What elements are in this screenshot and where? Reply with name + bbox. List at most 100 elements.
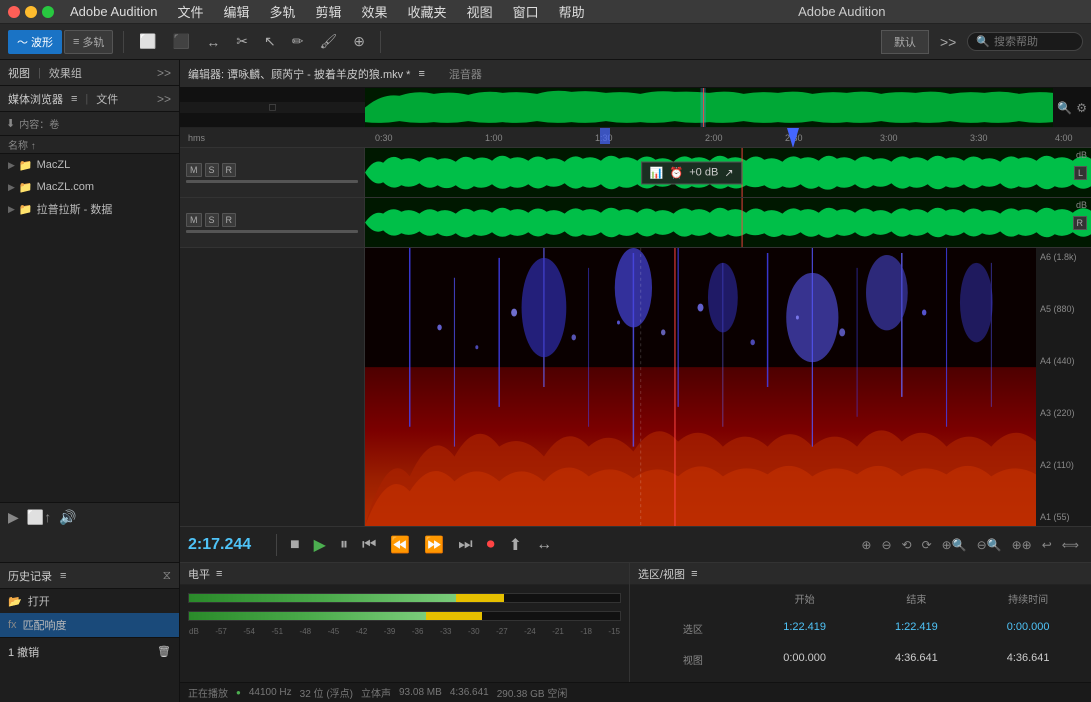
track-mute-2[interactable]: M: [186, 213, 202, 227]
stop-button[interactable]: ■: [285, 533, 305, 557]
maximize-button[interactable]: [42, 6, 54, 18]
menu-bar: Adobe Audition 文件 编辑 多轨 剪辑 效果 收藏夹 视图 窗口 …: [0, 0, 1091, 24]
toolbar-icon-zoom[interactable]: ⊕: [348, 30, 370, 53]
zoom-extra-btn[interactable]: ⟺: [1058, 536, 1083, 554]
menu-help[interactable]: 帮助: [555, 2, 589, 21]
track-1-db-label: dB: [1076, 150, 1087, 160]
play-button[interactable]: ▶: [309, 532, 331, 558]
track-row-2[interactable]: dB R: [365, 198, 1091, 248]
sel-end-value[interactable]: 1:22.419: [862, 619, 972, 647]
overview-zoom-in[interactable]: 🔍: [1057, 101, 1072, 115]
track-solo-1[interactable]: S: [205, 163, 219, 177]
history-item-open[interactable]: 📂 打开: [0, 589, 179, 613]
minimize-button[interactable]: [25, 6, 37, 18]
record-button[interactable]: ⏺: [482, 533, 500, 557]
zoom-in-btn[interactable]: ⊕: [857, 536, 875, 554]
menu-window[interactable]: 窗口: [509, 2, 543, 21]
list-item[interactable]: ▶ 📁 拉普拉斯 - 数据: [0, 198, 179, 220]
zoom-sel-btn[interactable]: ⊖🔍: [973, 536, 1006, 554]
multitrack-mode-button[interactable]: ≡ 多轨: [64, 30, 113, 54]
toolbar-expand[interactable]: >>: [935, 31, 961, 53]
track-fader-1[interactable]: [186, 180, 358, 183]
delete-icon[interactable]: 🗑: [157, 645, 171, 658]
track-record-1[interactable]: R: [222, 163, 237, 177]
prev-button[interactable]: ⏮: [357, 533, 381, 557]
forward-button[interactable]: ⏩: [419, 532, 449, 558]
toolbar-icon-2[interactable]: ⬛: [168, 30, 195, 53]
mixer-tab[interactable]: 混音器: [449, 66, 482, 82]
editor-menu-icon[interactable]: ≡: [418, 68, 424, 80]
zoom-reset-btn[interactable]: ↩: [1038, 536, 1056, 554]
default-button[interactable]: 默认: [881, 30, 929, 54]
menu-effects[interactable]: 效果: [358, 2, 392, 21]
sel-start-value[interactable]: 1:22.419: [750, 619, 860, 647]
waveform-mode-button[interactable]: 〜 波形: [8, 30, 62, 54]
menu-multitrack[interactable]: 多轨: [266, 2, 300, 21]
level-panel: 电平 ≡: [180, 563, 630, 682]
meter-yellow-L: [456, 594, 503, 602]
download-icon[interactable]: ⬇: [6, 117, 15, 130]
track-mute-1[interactable]: M: [186, 163, 202, 177]
panel-bottom-actions: ▶ ⬜↑ 🔊: [0, 503, 179, 532]
skip-icon-btn[interactable]: ↔: [531, 533, 557, 557]
overview-settings[interactable]: ⚙: [1076, 101, 1087, 115]
history-menu-icon[interactable]: ≡: [60, 570, 66, 582]
zoom-out-btn[interactable]: ⊖: [877, 536, 895, 554]
search-input[interactable]: [994, 36, 1074, 48]
toolbar-icon-pen[interactable]: ✏: [287, 30, 309, 53]
zoom-back-btn[interactable]: ⟲: [898, 536, 916, 554]
panel-expand-button[interactable]: >>: [157, 66, 171, 80]
track-solo-2[interactable]: S: [205, 213, 219, 227]
view-end-value[interactable]: 4:36.641: [862, 650, 972, 678]
sel-row-view: 视图: [638, 650, 748, 678]
zoom-fwd-btn[interactable]: ⟳: [918, 536, 936, 554]
history-bottom-bar: 1 撤销 🗑: [0, 637, 179, 665]
view-duration-value[interactable]: 4:36.641: [973, 650, 1083, 678]
ruler-hms: hms: [188, 133, 205, 143]
export-button[interactable]: ⬆: [504, 532, 527, 558]
menu-clip[interactable]: 剪辑: [312, 2, 346, 21]
toolbar-icon-move[interactable]: ↔: [201, 31, 225, 53]
sel-duration-value[interactable]: 0:00.000: [973, 619, 1083, 647]
rewind-button[interactable]: ⏪: [385, 532, 415, 558]
volume-action-button[interactable]: 🔊: [59, 509, 76, 526]
level-menu-icon[interactable]: ≡: [216, 568, 222, 580]
toolbar-icon-razor[interactable]: ✂: [231, 30, 253, 53]
track-record-2[interactable]: R: [222, 213, 237, 227]
track-row-1[interactable]: dB L 📊 ⏰ +0 dB ↗: [365, 148, 1091, 198]
column-header-name[interactable]: 名称 ↑: [0, 136, 179, 154]
zoom-fit-btn[interactable]: ⊕🔍: [938, 536, 971, 554]
play-action-button[interactable]: ▶: [8, 509, 19, 526]
menu-view[interactable]: 视图: [463, 2, 497, 21]
list-item[interactable]: ▶ 📁 MacZL: [0, 154, 179, 176]
export-action-button[interactable]: ⬜↑: [27, 509, 51, 526]
view-start-value[interactable]: 0:00.000: [750, 650, 860, 678]
panel-menu-icon[interactable]: ≡: [71, 93, 77, 105]
window-controls: [8, 6, 54, 18]
pause-button[interactable]: ⏸: [335, 533, 353, 557]
menu-file[interactable]: 文件: [173, 2, 207, 21]
track-fader-2[interactable]: [186, 230, 358, 233]
spectral-display[interactable]: A6 (1.8k) A5 (880) A4 (440) A3 (220) A2 …: [365, 248, 1091, 526]
next-button[interactable]: ⏭: [453, 533, 477, 557]
menu-app[interactable]: Adobe Audition: [66, 4, 161, 19]
history-item-match[interactable]: fx 匹配响度: [0, 613, 179, 637]
toolbar: 〜 波形 ≡ 多轨 ⬜ ⬛ ↔ ✂ ↖ ✏ 🖌 ⊕ 默认 >> 🔍: [0, 24, 1091, 60]
menu-favorites[interactable]: 收藏夹: [404, 2, 451, 21]
overview-waveform[interactable]: [365, 88, 1053, 127]
selection-menu-icon[interactable]: ≡: [691, 568, 697, 580]
history-panel: 历史记录 ≡ ⧖ 📂 打开 fx 匹配响度 1 撤销 🗑: [0, 562, 179, 702]
list-item[interactable]: ▶ 📁 MacZL.com: [0, 176, 179, 198]
media-expand-button[interactable]: >>: [157, 92, 171, 106]
level-meter-area: dB -57 -54 -51 -48 -45 -42 -39 -36 -33 -…: [180, 585, 629, 682]
menu-edit[interactable]: 编辑: [219, 2, 253, 21]
zoom-all-btn[interactable]: ⊕⊕: [1008, 536, 1036, 554]
main-layout: 视图 | 效果组 >> 媒体浏览器 ≡ | 文件 >> ⬇ 内容：卷 名称 ↑ …: [0, 60, 1091, 702]
toolbar-icon-1[interactable]: ⬜: [134, 30, 161, 53]
close-button[interactable]: [8, 6, 20, 18]
toolbar-icon-select[interactable]: ↖: [259, 30, 281, 53]
transport-bar: 2:17.244 ■ ▶ ⏸ ⏮ ⏪ ⏩ ⏭ ⏺ ⬆ ↔ ⊕ ⊖ ⟲ ⟳ ⊕🔍 …: [180, 526, 1091, 562]
right-content: 编辑器: 谭咏麟、顾芮宁 - 披着羊皮的狼.mkv * ≡ 混音器 ◻ �: [180, 60, 1091, 702]
file-list: ▶ 📁 MacZL ▶ 📁 MacZL.com ▶ 📁 拉普拉斯 - 数据: [0, 154, 179, 502]
toolbar-icon-brush[interactable]: 🖌: [315, 30, 343, 53]
